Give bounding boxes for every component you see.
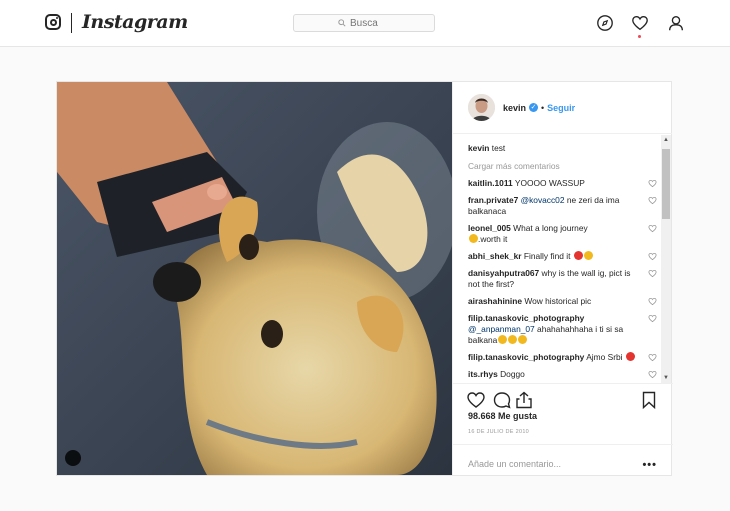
share-icon[interactable] [514, 390, 534, 410]
instagram-camera-icon[interactable] [45, 14, 61, 30]
laughing-emoji-icon [469, 234, 478, 243]
post-caption: kevin test [468, 143, 659, 154]
load-more-comments-button[interactable]: Cargar más comentarios [468, 161, 659, 172]
search-input[interactable] [350, 17, 390, 29]
comment-text: Finally find it [523, 251, 571, 261]
comment-like-icon[interactable] [648, 370, 657, 379]
comments-scrollbar[interactable]: ▲ ▼ [661, 135, 671, 383]
comment-item: danisyahputra067 why is the wall ig, pic… [468, 268, 659, 290]
comment-username[interactable]: abhi_shek_kr [468, 251, 522, 261]
comment-like-icon[interactable] [648, 252, 657, 261]
add-comment-field[interactable]: Añade un comentario... ••• [453, 444, 673, 476]
comment-username[interactable]: leonel_005 [468, 223, 511, 233]
user-tag-icon[interactable] [65, 450, 81, 466]
avatar[interactable] [468, 94, 495, 121]
top-navigation-bar: Instagram [0, 0, 730, 47]
post-sidebar: kevin ✓ • Seguir kevin test Cargar más c… [452, 82, 673, 475]
comments-list[interactable]: kevin test Cargar más comentarios kaitli… [453, 135, 659, 383]
comment-like-icon[interactable] [648, 297, 657, 306]
heart-icon[interactable] [631, 14, 649, 32]
caption-text: test [491, 143, 506, 153]
comment-username[interactable]: its.rhys [468, 369, 498, 379]
post-date[interactable]: 16 DE JULIO DE 2010 [468, 429, 529, 435]
separator-dot: • [541, 102, 545, 113]
explore-icon[interactable] [596, 14, 614, 32]
comment-item: leonel_005 What a long journey .worth it [468, 223, 659, 245]
author-username[interactable]: kevin [503, 103, 526, 113]
laughing-emoji-icon [508, 335, 518, 344]
laughing-emoji-icon [498, 335, 508, 344]
comment-item: kaitlin.1011 YOOOO WASSUP [468, 178, 659, 189]
comment-text: Doggo [500, 369, 525, 379]
bookmark-icon[interactable] [639, 390, 659, 410]
verified-badge-icon: ✓ [529, 103, 539, 112]
comment-username[interactable]: kaitlin.1011 [468, 178, 513, 188]
comment-like-icon[interactable] [648, 314, 657, 323]
comment-like-icon[interactable] [648, 353, 657, 362]
comment-mention[interactable]: @_anpanman_07 [468, 324, 535, 334]
comment-username[interactable]: danisyahputra067 [468, 268, 539, 278]
post-actions: 98.668 Me gusta 16 DE JULIO DE 2010 Añad… [453, 383, 673, 475]
comment-like-icon[interactable] [648, 269, 657, 278]
comment-text: Wow historical pic [524, 296, 592, 306]
like-count[interactable]: 98.668 Me gusta [468, 411, 537, 421]
like-icon[interactable] [466, 390, 486, 410]
scroll-down-icon[interactable]: ▼ [662, 374, 670, 382]
comment-item: fran.private7 @kovacc02 ne zeri da ima b… [468, 195, 659, 217]
comment-item: abhi_shek_kr Finally find it [468, 251, 659, 262]
scrollbar-thumb[interactable] [662, 149, 670, 219]
dog-photo-illustration [57, 82, 452, 475]
comment-item: its.rhys Doggo [468, 369, 659, 380]
comment-username[interactable]: filip.tanaskovic_photography [468, 313, 584, 323]
search-icon [338, 19, 346, 27]
caption-username[interactable]: kevin [468, 143, 489, 153]
laughing-emoji-icon [518, 335, 528, 344]
comment-item: filip.tanaskovic_photography @_anpanman_… [468, 313, 659, 346]
notification-dot [638, 35, 641, 38]
comment-like-icon[interactable] [648, 196, 657, 205]
comment-text-continued: .worth it [478, 234, 508, 244]
comment-text: YOOOO WASSUP [514, 178, 585, 188]
scroll-up-icon[interactable]: ▲ [662, 136, 670, 144]
comment-text: What a long journey [513, 223, 588, 233]
follow-button[interactable]: Seguir [547, 103, 575, 113]
comment-username[interactable]: fran.private7 [468, 195, 518, 205]
comment-like-icon[interactable] [648, 224, 657, 233]
smile-emoji-icon [583, 251, 593, 260]
heart-emoji-icon [573, 251, 583, 260]
logo-divider [71, 13, 72, 33]
post-card: kevin ✓ • Seguir kevin test Cargar más c… [56, 81, 673, 476]
post-header: kevin ✓ • Seguir [453, 82, 672, 134]
search-box[interactable] [293, 14, 435, 32]
comment-icon[interactable] [492, 390, 512, 410]
comment-username[interactable]: airashahinine [468, 296, 522, 306]
comment-item: airashahinine Wow historical pic [468, 296, 659, 307]
comment-mention[interactable]: @kovacc02 [521, 195, 565, 205]
post-photo[interactable] [57, 82, 452, 475]
more-options-button[interactable]: ••• [642, 459, 657, 471]
heart-emoji-icon [625, 352, 635, 361]
comment-item: filip.tanaskovic_photography Ajmo Srbi [468, 352, 659, 363]
instagram-wordmark[interactable]: Instagram [82, 11, 188, 33]
comment-like-icon[interactable] [648, 179, 657, 188]
add-comment-placeholder[interactable]: Añade un comentario... [468, 459, 561, 469]
comment-text: Ajmo Srbi [586, 352, 623, 362]
comment-username[interactable]: filip.tanaskovic_photography [468, 352, 584, 362]
profile-icon[interactable] [667, 14, 685, 32]
